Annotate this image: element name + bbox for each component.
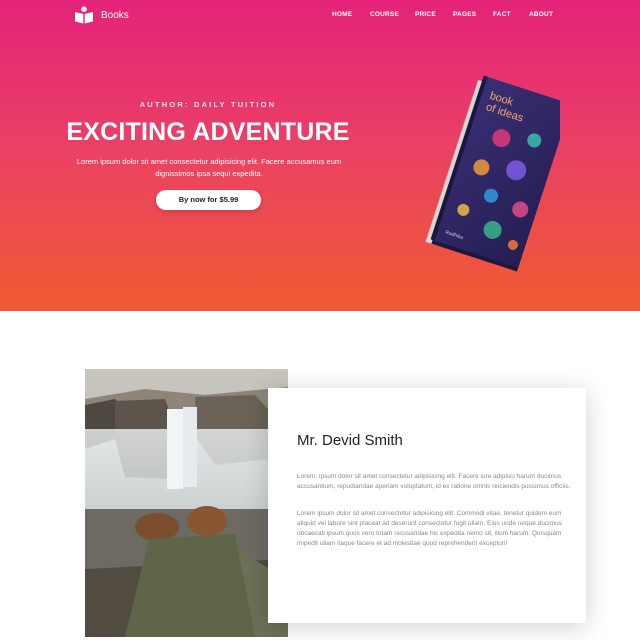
nav-home[interactable]: HOME — [332, 11, 352, 18]
hero-title: EXCITING ADVENTURE — [66, 118, 350, 146]
author-bio-paragraph-2: Lorem ipsum dolor sit amet consectetur a… — [297, 510, 562, 547]
hero-description: Lorem ipsum dolor sit amet consectetur a… — [76, 157, 342, 178]
buy-now-button[interactable]: By now for $5.99 — [156, 190, 261, 210]
hero-section: Books HOME COURSE PRICE PAGES FACT ABOUT… — [0, 0, 640, 311]
hero-author: AUTHOR: DAILY TUITION — [139, 100, 277, 109]
nav-about[interactable]: ABOUT — [529, 11, 553, 18]
author-bio-paragraph-1: Lorem, ipsum dolor sit amet consectetur … — [297, 473, 571, 490]
author-card: Mr. Devid Smith Lorem, ipsum dolor sit a… — [268, 388, 586, 623]
nav-course[interactable]: COURSE — [370, 11, 399, 18]
nav-menu: HOME COURSE PRICE PAGES FACT ABOUT — [0, 11, 640, 23]
waterfall-photo — [85, 369, 288, 637]
book-cover-image: book of ideas Radhika — [380, 60, 560, 280]
nav-fact[interactable]: FACT — [493, 11, 511, 18]
top-nav: Books HOME COURSE PRICE PAGES FACT ABOUT — [0, 0, 640, 32]
nav-pages[interactable]: PAGES — [453, 11, 476, 18]
author-name: Mr. Devid Smith — [297, 432, 403, 449]
nav-price[interactable]: PRICE — [415, 11, 436, 18]
